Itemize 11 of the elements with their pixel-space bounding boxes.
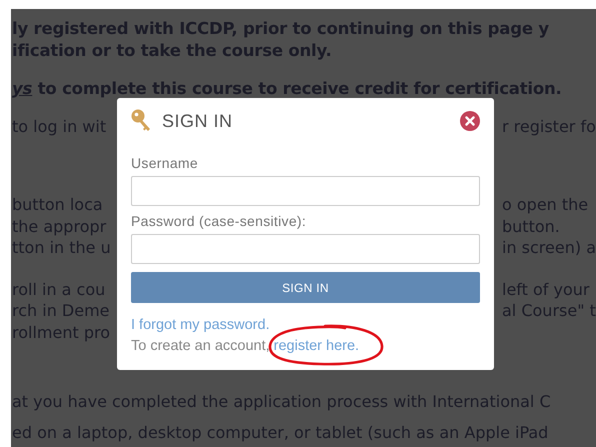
sign-in-button[interactable]: SIGN IN [131, 272, 480, 303]
field-label: Username [131, 154, 199, 172]
close-icon[interactable] [460, 111, 480, 131]
key-icon [131, 109, 153, 133]
register-link[interactable]: register here. [274, 338, 360, 354]
input-field[interactable] [131, 234, 480, 264]
forgot-password-link[interactable]: I forgot my password. [131, 315, 270, 335]
register-prompt: To create an account, [131, 337, 270, 356]
input-field[interactable] [131, 176, 480, 206]
field-label: Password (case-sensitive): [131, 212, 308, 230]
dialog-title: SIGN IN [162, 110, 233, 132]
